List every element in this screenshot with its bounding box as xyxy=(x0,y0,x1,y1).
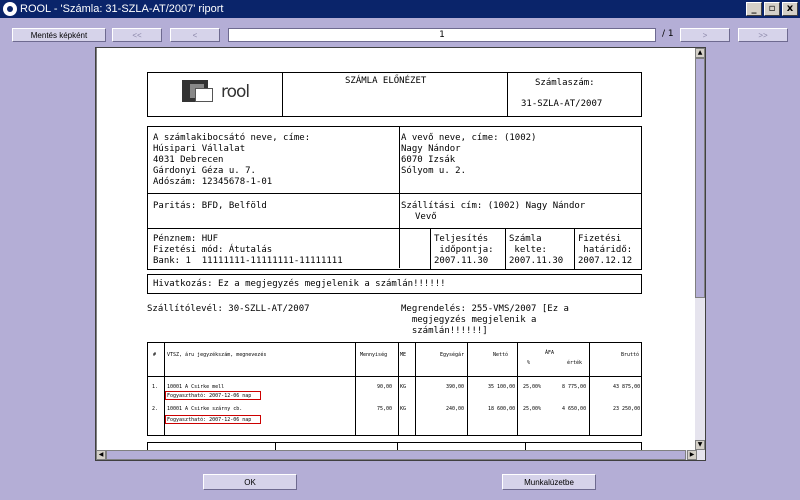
delivery-note: Szállítólevél: 30-SZLL-AT/2007 xyxy=(147,304,310,314)
vertical-scrollbar[interactable]: ▲ ▼ xyxy=(695,48,705,450)
scroll-down-icon[interactable]: ▼ xyxy=(695,440,705,450)
currency: Pénznem: HUF xyxy=(153,234,219,244)
row-unit: KG xyxy=(400,384,407,390)
due-label: Fizetési xyxy=(578,234,622,244)
prev-page-button[interactable]: < xyxy=(170,28,220,42)
page-number-input[interactable]: 1 xyxy=(228,28,656,42)
row-item: 10001 A Csirke mell xyxy=(167,384,225,390)
report-viewer[interactable]: rool SZÁMLA ELŐNÉZET Számlaszám: 31-SZLA… xyxy=(95,47,706,461)
seller-line: Gárdonyi Géza u. 7. xyxy=(153,166,256,176)
row-expiry: Fogyasztható: 2007-12-06 nap xyxy=(167,417,252,423)
preview-title: SZÁMLA ELŐNÉZET xyxy=(345,76,427,86)
completion-label: Teljesítés xyxy=(434,234,489,244)
window-title: ROOL - 'Számla: 31-SZLA-AT/2007' riport xyxy=(20,3,224,15)
page-total: / 1 xyxy=(662,29,674,39)
completion-date: 2007.11.30 xyxy=(434,256,489,266)
seller-line: 4031 Debrecen xyxy=(153,155,224,165)
rool-logo xyxy=(182,80,220,102)
parity: Paritás: BFD, Belföld xyxy=(153,201,267,211)
row-no: 2. xyxy=(152,406,159,412)
col-header-vat: ÁFA xyxy=(545,350,555,356)
title-bar: ROOL - 'Számla: 31-SZLA-AT/2007' riport … xyxy=(0,0,800,18)
row-net: 35 100,00 xyxy=(488,384,516,390)
issue-date: 2007.11.30 xyxy=(509,256,564,266)
col-header-net: Nettó xyxy=(493,352,509,358)
shipping-address-type: Vevő xyxy=(415,212,437,222)
app-icon xyxy=(3,2,17,16)
reference: Hivatkozás: Ez a megjegyzés megjelenik a… xyxy=(153,279,446,289)
row-vat-amount: 4 650,00 xyxy=(562,406,587,412)
vertical-scroll-thumb[interactable] xyxy=(695,58,705,298)
row-expiry: Fogyasztható: 2007-12-06 nap xyxy=(167,393,252,399)
window-controls: _ ▫ x xyxy=(746,2,798,16)
logo-text: rool xyxy=(221,82,250,102)
buyer-line: 6070 Izsák xyxy=(401,155,456,165)
seller-header: A számlakibocsátó neve, címe: xyxy=(153,133,311,143)
scroll-up-icon[interactable]: ▲ xyxy=(695,48,705,58)
ok-button[interactable]: OK xyxy=(203,474,297,490)
col-header-gross: Bruttó xyxy=(621,352,640,358)
due-label-2: határidő: xyxy=(578,245,633,255)
col-header-vat-rate: % xyxy=(527,360,531,366)
minimize-button[interactable]: _ xyxy=(746,2,762,16)
order-reference-line: számlán!!!!!!] xyxy=(401,326,488,336)
last-page-button[interactable]: >> xyxy=(738,28,788,42)
invoice-number: 31-SZLA-AT/2007 xyxy=(521,99,603,109)
col-header-no: # xyxy=(153,352,157,358)
order-reference-line: megjegyzés megjelenik a xyxy=(401,315,537,325)
invoice-page: rool SZÁMLA ELŐNÉZET Számlaszám: 31-SZLA… xyxy=(97,48,695,452)
payment-method: Fizetési mód: Átutalás xyxy=(153,245,273,255)
shipping-address: Szállítási cím: (1002) Nagy Nándor xyxy=(401,201,586,211)
col-header-item: VTSZ, áru jegyzékszám, megnevezés xyxy=(167,352,267,358)
save-as-image-button[interactable]: Mentés képként xyxy=(12,28,106,42)
row-unit: KG xyxy=(400,406,407,412)
row-no: 1. xyxy=(152,384,159,390)
invoice-no-label: Számlaszám: xyxy=(535,78,595,88)
seller-line: Húsipari Vállalat xyxy=(153,144,246,154)
bank-account: Bank: 1 11111111-11111111-11111111 xyxy=(153,256,343,266)
row-unit-price: 390,00 xyxy=(446,384,465,390)
col-header-qty: Mennyiség xyxy=(360,352,388,358)
row-qty: 90,00 xyxy=(377,384,393,390)
row-gross: 43 875,00 xyxy=(613,384,641,390)
seller-tax-id: Adószám: 12345678-1-01 xyxy=(153,177,273,187)
row-gross: 23 250,00 xyxy=(613,406,641,412)
worksheet-button[interactable]: Munkalúzetbe xyxy=(502,474,596,490)
next-page-button[interactable]: > xyxy=(680,28,730,42)
horizontal-scrollbar[interactable]: ◀ ▶ xyxy=(96,450,705,460)
scroll-left-icon[interactable]: ◀ xyxy=(96,450,106,460)
restore-button[interactable]: ▫ xyxy=(764,2,780,16)
row-vat-amount: 8 775,00 xyxy=(562,384,587,390)
row-vat-rate: 25,00% xyxy=(523,384,542,390)
first-page-button[interactable]: << xyxy=(112,28,162,42)
completion-label-2: időpontja: xyxy=(434,245,494,255)
row-qty: 75,00 xyxy=(377,406,393,412)
row-item: 10001 A Csirke szárny cb. xyxy=(167,406,243,412)
buyer-line: Nagy Nándor xyxy=(401,144,461,154)
col-header-unit: ME xyxy=(400,352,407,358)
row-vat-rate: 25,00% xyxy=(523,406,542,412)
buyer-header: A vevő neve, címe: (1002) xyxy=(401,133,537,143)
due-date: 2007.12.12 xyxy=(578,256,633,266)
issue-label-2: kelte: xyxy=(509,245,547,255)
scroll-right-icon[interactable]: ▶ xyxy=(687,450,697,460)
buyer-line: Sólyom u. 2. xyxy=(401,166,467,176)
row-unit-price: 240,00 xyxy=(446,406,465,412)
order-reference: Megrendelés: 255-VMS/2007 [Ez a xyxy=(401,304,569,314)
col-header-vat-amount: érték xyxy=(567,360,583,366)
col-header-unit-price: Egységár xyxy=(440,352,465,358)
issue-label: Számla xyxy=(509,234,542,244)
row-net: 18 600,00 xyxy=(488,406,516,412)
close-button[interactable]: x xyxy=(782,2,798,16)
horizontal-scroll-thumb[interactable] xyxy=(106,450,686,460)
